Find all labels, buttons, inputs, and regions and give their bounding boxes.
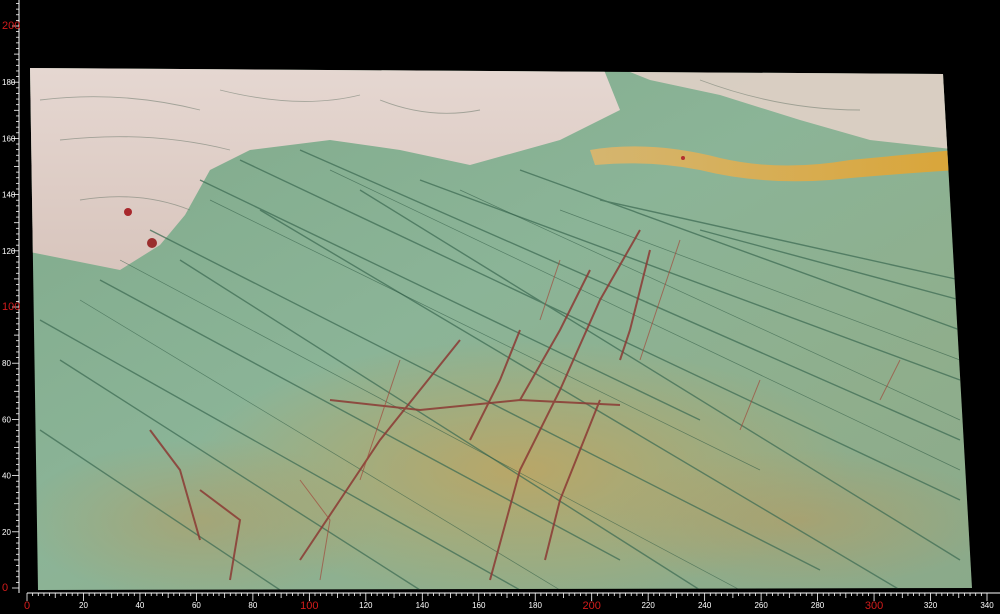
vertical-ruler-label: 160 [2,134,16,143]
vertical-ruler-label: 180 [2,78,16,87]
vertical-ruler-label: 0 [2,582,8,594]
vertical-ruler-label: 40 [2,472,11,481]
vertical-ruler-label: 20 [2,528,11,537]
horizontal-ruler: 0 20 40 60 80 100 120 140 160 180 200 220 240 260 280 3… [24,592,1000,612]
horizontal-ruler-label: 180 [529,601,543,610]
horizontal-ruler-label: 240 [698,601,712,610]
horizontal-ruler-label: 260 [754,601,768,610]
horizontal-ruler-label: 60 [192,601,201,610]
vertical-ruler-label: 80 [2,359,11,368]
horizontal-ruler-label: 140 [416,601,430,610]
vertical-ruler-label: 60 [2,415,11,424]
horizontal-ruler-label: 220 [641,601,655,610]
horizontal-ruler-label: 200 [583,600,601,612]
horizontal-ruler-label: 100 [300,600,318,612]
vertical-ruler-label: 140 [2,191,16,200]
vertical-ruler: 0 20 40 60 80 100 120 140 160 180 200 [2,0,20,594]
horizontal-ruler-label: 20 [79,601,88,610]
horizontal-ruler-label: 280 [811,601,825,610]
horizontal-ruler-label: 320 [924,601,938,610]
horizontal-ruler-label: 0 [24,600,30,612]
marble-slab [30,68,972,590]
vertical-ruler-label: 200 [2,20,20,32]
slab-photo-stage: 0 20 40 60 80 100 120 140 160 180 200 220 240 260 280 3… [2,0,1000,612]
horizontal-ruler-label: 120 [359,601,373,610]
horizontal-ruler-label: 40 [135,601,144,610]
horizontal-ruler-label: 160 [472,601,486,610]
horizontal-ruler-label: 300 [865,600,883,612]
horizontal-ruler-label: 80 [248,601,257,610]
vertical-ruler-label: 100 [2,301,20,313]
horizontal-ruler-label: 340 [980,601,994,610]
vertical-ruler-label: 120 [2,247,16,256]
